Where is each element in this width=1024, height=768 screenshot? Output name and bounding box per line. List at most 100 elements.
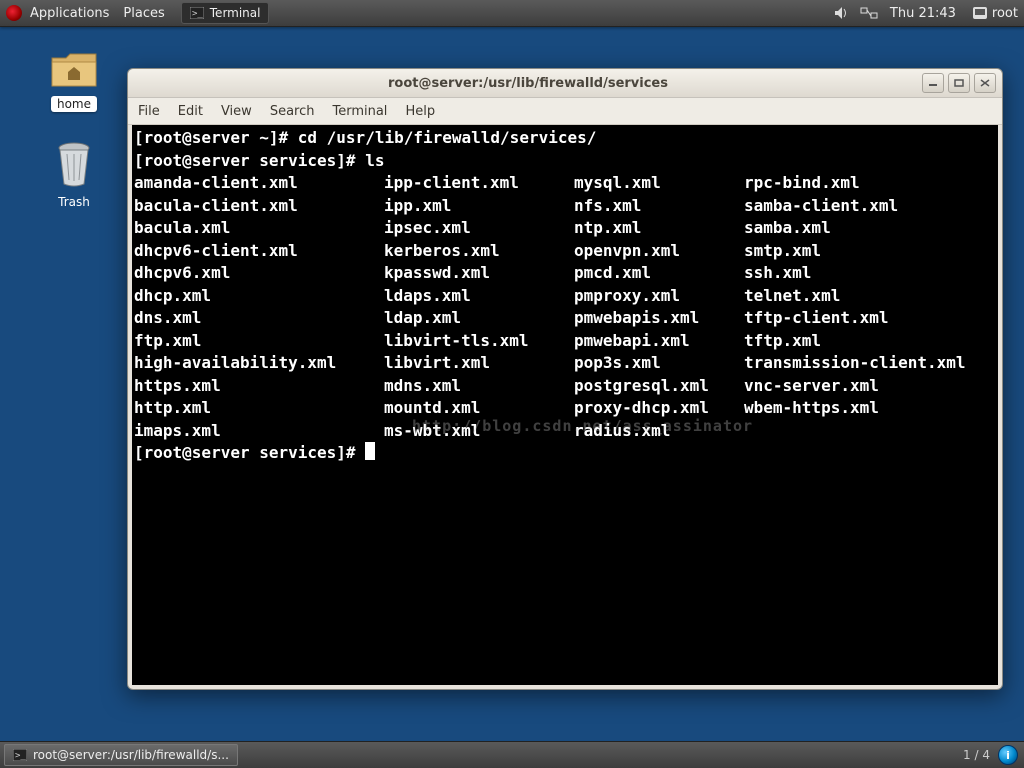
- ls-entry: bacula-client.xml: [134, 195, 384, 218]
- ls-entry: ntp.xml: [574, 217, 744, 240]
- ls-entry: http.xml: [134, 397, 384, 420]
- ls-entry: ipp-client.xml: [384, 172, 574, 195]
- ls-entry: tftp.xml: [744, 330, 998, 353]
- ls-entry: telnet.xml: [744, 285, 998, 308]
- ls-entry: dhcpv6-client.xml: [134, 240, 384, 263]
- ls-entry: smtp.xml: [744, 240, 998, 263]
- ls-entry: [744, 420, 998, 443]
- ls-entry: dns.xml: [134, 307, 384, 330]
- terminal-line: dhcpv6.xmlkpasswd.xmlpmcd.xmlssh.xml: [134, 262, 998, 285]
- ls-entry: pmwebapis.xml: [574, 307, 744, 330]
- user-icon: [972, 6, 988, 20]
- ls-entry: mysql.xml: [574, 172, 744, 195]
- terminal-line: high-availability.xmllibvirt.xmlpop3s.xm…: [134, 352, 998, 375]
- user-label: root: [992, 6, 1018, 21]
- desktop-icon-label: Trash: [52, 194, 96, 210]
- terminal-prompt: [root@server services]#: [134, 442, 998, 465]
- terminal-line: amanda-client.xmlipp-client.xmlmysql.xml…: [134, 172, 998, 195]
- top-task-terminal[interactable]: >_ Terminal: [181, 2, 270, 24]
- window-title: root@server:/usr/lib/firewalld/services: [134, 76, 922, 91]
- ls-entry: rpc-bind.xml: [744, 172, 998, 195]
- terminal-line: ftp.xmllibvirt-tls.xmlpmwebapi.xmltftp.x…: [134, 330, 998, 353]
- ls-entry: bacula.xml: [134, 217, 384, 240]
- window-maximize-button[interactable]: [948, 73, 970, 93]
- ls-entry: high-availability.xml: [134, 352, 384, 375]
- ls-entry: postgresql.xml: [574, 375, 744, 398]
- ls-entry: libvirt.xml: [384, 352, 574, 375]
- ls-entry: pmproxy.xml: [574, 285, 744, 308]
- terminal-line: [root@server ~]# cd /usr/lib/firewalld/s…: [134, 127, 998, 150]
- terminal-line: dhcpv6-client.xmlkerberos.xmlopenvpn.xml…: [134, 240, 998, 263]
- menubar: File Edit View Search Terminal Help: [128, 98, 1002, 125]
- top-task-label: Terminal: [210, 6, 261, 20]
- terminal-window: root@server:/usr/lib/firewalld/services …: [127, 68, 1003, 690]
- ls-entry: kpasswd.xml: [384, 262, 574, 285]
- top-panel: Applications Places >_ Terminal Thu 21:4…: [0, 0, 1024, 27]
- ls-entry: https.xml: [134, 375, 384, 398]
- folder-home-icon: [50, 50, 98, 90]
- terminal-line: http.xmlmountd.xmlproxy-dhcp.xmlwbem-htt…: [134, 397, 998, 420]
- ls-entry: vnc-server.xml: [744, 375, 998, 398]
- svg-text:>_: >_: [192, 9, 203, 19]
- ls-entry: mdns.xml: [384, 375, 574, 398]
- ls-entry: ssh.xml: [744, 262, 998, 285]
- ls-entry: pmcd.xml: [574, 262, 744, 285]
- ls-entry: ldaps.xml: [384, 285, 574, 308]
- clock[interactable]: Thu 21:43: [890, 6, 956, 21]
- ls-entry: wbem-https.xml: [744, 397, 998, 420]
- ls-entry: tftp-client.xml: [744, 307, 998, 330]
- ls-entry: radius.xml: [574, 420, 744, 443]
- terminal-line: imaps.xmlms-wbt.xmlradius.xml: [134, 420, 998, 443]
- workspace-indicator[interactable]: 1 / 4: [963, 748, 990, 762]
- ls-entry: imaps.xml: [134, 420, 384, 443]
- bottom-panel: >_ root@server:/usr/lib/firewalld/s... 1…: [0, 741, 1024, 768]
- network-icon[interactable]: [860, 6, 878, 20]
- ls-entry: pop3s.xml: [574, 352, 744, 375]
- ls-entry: samba-client.xml: [744, 195, 998, 218]
- ls-entry: ms-wbt.xml: [384, 420, 574, 443]
- show-desktop-icon[interactable]: i: [998, 745, 1018, 765]
- ls-entry: samba.xml: [744, 217, 998, 240]
- terminal-viewport[interactable]: [root@server ~]# cd /usr/lib/firewalld/s…: [132, 125, 998, 685]
- places-menu[interactable]: Places: [123, 6, 164, 21]
- trash-icon: [53, 140, 95, 188]
- menu-help[interactable]: Help: [405, 104, 435, 119]
- applications-menu[interactable]: Applications: [30, 6, 109, 21]
- ls-entry: openvpn.xml: [574, 240, 744, 263]
- terminal-line: dns.xmlldap.xmlpmwebapis.xmltftp-client.…: [134, 307, 998, 330]
- terminal-icon: >_: [190, 7, 204, 19]
- distro-logo-icon: [6, 5, 22, 21]
- ls-entry: ipp.xml: [384, 195, 574, 218]
- ls-entry: ipsec.xml: [384, 217, 574, 240]
- terminal-line: https.xmlmdns.xmlpostgresql.xmlvnc-serve…: [134, 375, 998, 398]
- ls-entry: dhcpv6.xml: [134, 262, 384, 285]
- volume-icon[interactable]: [834, 6, 850, 20]
- ls-entry: amanda-client.xml: [134, 172, 384, 195]
- menu-view[interactable]: View: [221, 104, 252, 119]
- terminal-line: bacula.xmlipsec.xmlntp.xmlsamba.xml: [134, 217, 998, 240]
- terminal-line: bacula-client.xmlipp.xmlnfs.xmlsamba-cli…: [134, 195, 998, 218]
- ls-entry: libvirt-tls.xml: [384, 330, 574, 353]
- user-menu[interactable]: root: [972, 6, 1018, 21]
- menu-edit[interactable]: Edit: [178, 104, 203, 119]
- window-close-button[interactable]: [974, 73, 996, 93]
- window-minimize-button[interactable]: [922, 73, 944, 93]
- menu-terminal[interactable]: Terminal: [332, 104, 387, 119]
- ls-entry: kerberos.xml: [384, 240, 574, 263]
- desktop-icon-label: home: [51, 96, 97, 112]
- window-titlebar[interactable]: root@server:/usr/lib/firewalld/services: [128, 69, 1002, 98]
- taskbar-item-terminal[interactable]: >_ root@server:/usr/lib/firewalld/s...: [4, 744, 238, 766]
- ls-entry: mountd.xml: [384, 397, 574, 420]
- ls-entry: proxy-dhcp.xml: [574, 397, 744, 420]
- desktop[interactable]: home Trash root@server:/usr/lib/firewall…: [0, 26, 1024, 742]
- desktop-icon-trash[interactable]: Trash: [38, 140, 110, 210]
- ls-entry: pmwebapi.xml: [574, 330, 744, 353]
- ls-entry: ldap.xml: [384, 307, 574, 330]
- ls-entry: ftp.xml: [134, 330, 384, 353]
- ls-entry: dhcp.xml: [134, 285, 384, 308]
- ls-entry: nfs.xml: [574, 195, 744, 218]
- menu-file[interactable]: File: [138, 104, 160, 119]
- taskbar-item-label: root@server:/usr/lib/firewalld/s...: [33, 748, 229, 762]
- menu-search[interactable]: Search: [270, 104, 315, 119]
- desktop-icon-home[interactable]: home: [38, 50, 110, 112]
